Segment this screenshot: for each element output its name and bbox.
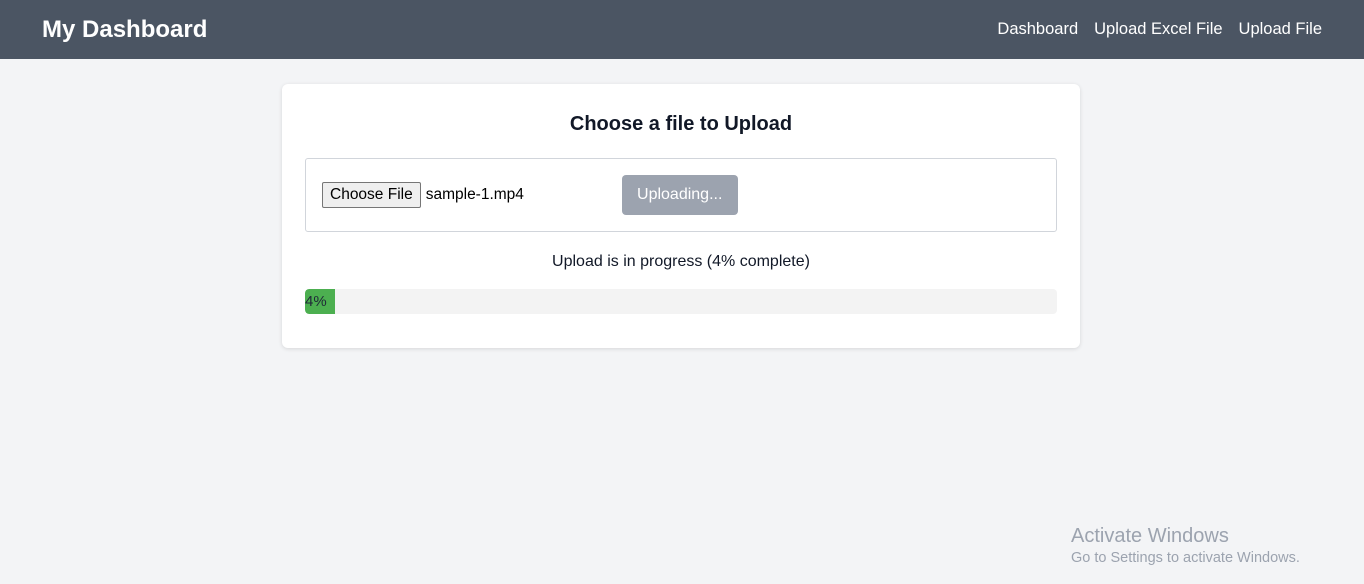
navbar: My Dashboard Dashboard Upload Excel File… [0, 0, 1364, 59]
upload-card: Choose a file to Upload Choose File samp… [282, 84, 1080, 348]
upload-form: Choose File sample-1.mp4 Uploading... [305, 158, 1057, 232]
brand-title[interactable]: My Dashboard [42, 16, 207, 44]
upload-button[interactable]: Uploading... [621, 175, 738, 215]
selected-file-name: sample-1.mp4 [425, 186, 524, 203]
choose-file-button[interactable]: Choose File [322, 182, 421, 208]
nav-link-dashboard[interactable]: Dashboard [997, 20, 1078, 39]
nav-link-upload-excel[interactable]: Upload Excel File [1094, 20, 1222, 39]
windows-activation-watermark: Activate Windows Go to Settings to activ… [1071, 524, 1300, 568]
card-title: Choose a file to Upload [569, 113, 793, 135]
progress-bar: 4% [305, 289, 1057, 314]
nav-link-upload-file[interactable]: Upload File [1239, 20, 1322, 39]
progress-label: 4% [305, 293, 327, 310]
upload-status-text: Upload is in progress (4% complete) [552, 253, 810, 270]
nav-links: Dashboard Upload Excel File Upload File [997, 20, 1322, 39]
watermark-title: Activate Windows [1071, 525, 1229, 547]
progress-bar-fill: 4% [305, 289, 336, 314]
watermark-subtitle: Go to Settings to activate Windows. [1071, 550, 1300, 566]
